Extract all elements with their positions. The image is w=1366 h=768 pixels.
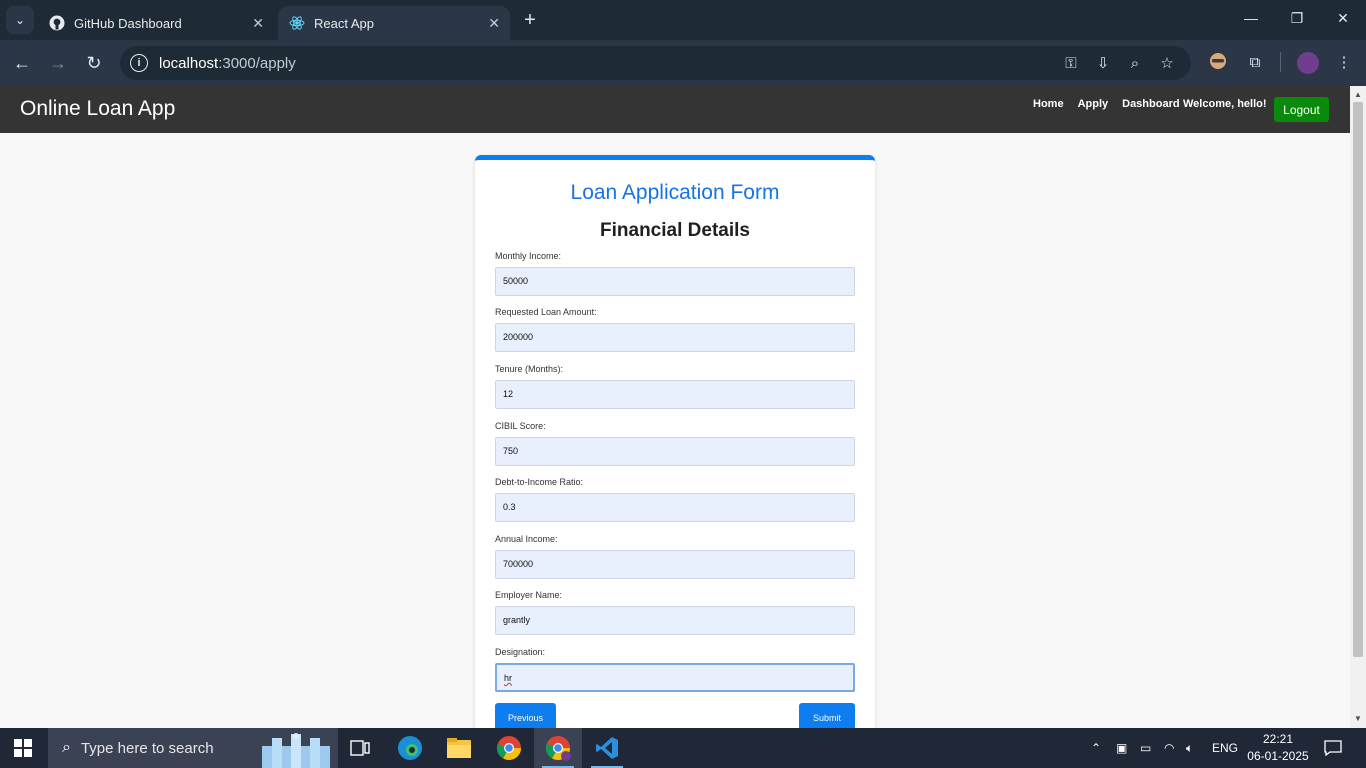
tenure-field: Tenure (Months): 12 (495, 364, 855, 409)
scroll-thumb[interactable] (1353, 102, 1363, 657)
dti-ratio-input[interactable]: 0.3 (495, 493, 855, 522)
show-hidden-icons-icon[interactable]: ⌃ (1091, 728, 1101, 768)
language-indicator[interactable]: ENG (1212, 728, 1238, 768)
nav-apply-link[interactable]: Apply (1078, 98, 1109, 110)
tab-react-app[interactable]: React App ✕ (278, 6, 510, 40)
vscode-icon[interactable] (583, 728, 631, 768)
wifi-icon[interactable]: ◠ (1164, 728, 1174, 768)
windows-start-icon[interactable] (14, 739, 32, 757)
extension-avatar-icon[interactable] (1207, 52, 1229, 74)
battery-icon[interactable]: ▭ (1140, 728, 1151, 768)
search-placeholder: Type here to search (80, 739, 214, 757)
chrome-profile-icon[interactable] (534, 728, 582, 768)
field-label: Designation: (495, 647, 546, 657)
loan-amount-field: Requested Loan Amount: 200000 (495, 307, 855, 352)
page-scrollbar[interactable]: ▲ ▼ (1350, 86, 1366, 728)
url-text[interactable]: localhost:3000/apply (159, 55, 296, 72)
github-icon (48, 14, 66, 32)
employer-name-input[interactable]: grantly (495, 606, 855, 635)
file-explorer-icon[interactable] (435, 728, 483, 768)
extensions-puzzle-icon[interactable]: ⧉ (1244, 52, 1266, 74)
annual-income-field: Annual Income: 700000 (495, 534, 855, 579)
section-title: Financial Details (600, 220, 750, 241)
logout-button[interactable]: Logout (1274, 97, 1329, 122)
designation-field: Designation: hr (495, 647, 855, 692)
restore-icon[interactable]: ❐ (1287, 10, 1307, 27)
close-tab-icon[interactable]: ✕ (488, 15, 500, 32)
browser-menu-icon[interactable]: ⋮ (1333, 52, 1355, 74)
back-icon[interactable]: ← (11, 52, 33, 74)
field-label: CIBIL Score: (495, 421, 546, 431)
task-view-icon[interactable] (336, 728, 384, 768)
submit-button[interactable]: Submit (799, 703, 855, 728)
close-window-icon[interactable]: ✕ (1333, 10, 1353, 27)
minimize-icon[interactable]: — (1241, 10, 1261, 26)
clock-date: 06-01-2025 (1247, 749, 1309, 763)
profile-avatar-icon[interactable] (1297, 52, 1319, 74)
field-label: Debt-to-Income Ratio: (495, 477, 584, 487)
designation-input[interactable]: hr (495, 663, 855, 692)
volume-icon[interactable]: 🔈︎ (1186, 728, 1193, 768)
site-info-icon[interactable]: i (130, 54, 148, 72)
annual-income-input[interactable]: 700000 (495, 550, 855, 579)
tab-github-dashboard[interactable]: GitHub Dashboard ✕ (38, 6, 274, 40)
nav-home-link[interactable]: Home (1033, 98, 1064, 110)
field-label: Tenure (Months): (495, 364, 564, 374)
field-label: Requested Loan Amount: (495, 307, 597, 317)
reload-icon[interactable]: ↻ (83, 52, 105, 74)
toolbar-divider (1280, 52, 1281, 72)
welcome-text: Welcome, hello! (1183, 98, 1267, 110)
monthly-income-field: Monthly Income: 50000 (495, 251, 855, 296)
form-title: Loan Application Form (570, 181, 780, 204)
browser-tabstrip: ⌄ GitHub Dashboard ✕ React App ✕ + — ❐ ✕ (0, 0, 1366, 40)
tab-search-menu-icon[interactable]: ⌄ (6, 6, 34, 34)
address-bar[interactable]: i localhost:3000/apply ⚿ ⇩ ⌕ ☆ (120, 46, 1191, 80)
loan-amount-input[interactable]: 200000 (495, 323, 855, 352)
scroll-up-icon[interactable]: ▲ (1350, 88, 1366, 102)
tab-title: GitHub Dashboard (74, 15, 182, 31)
react-icon (288, 14, 306, 32)
notifications-icon[interactable] (1324, 728, 1342, 768)
tenure-input[interactable]: 12 (495, 380, 855, 409)
field-label: Annual Income: (495, 534, 558, 544)
bookmark-star-icon[interactable]: ☆ (1158, 55, 1176, 73)
meet-now-icon[interactable]: ▣ (1116, 728, 1127, 768)
loan-form-card: Loan Application Form Financial Details … (475, 155, 875, 728)
nav-links: Home Apply Dashboard (1033, 98, 1180, 110)
new-tab-button[interactable]: + (518, 8, 542, 32)
edge-browser-icon[interactable] (386, 728, 434, 768)
dti-ratio-field: Debt-to-Income Ratio: 0.3 (495, 477, 855, 522)
clock-time: 22:21 (1262, 732, 1294, 746)
install-app-icon[interactable]: ⇩ (1094, 55, 1112, 73)
scroll-down-icon[interactable]: ▼ (1350, 712, 1366, 726)
search-icon: ⌕ (62, 739, 71, 756)
taskbar-clock[interactable]: 22:21 06-01-2025 (1246, 731, 1310, 765)
cibil-score-field: CIBIL Score: 750 (495, 421, 855, 466)
chrome-icon[interactable] (485, 728, 533, 768)
tab-title: React App (314, 15, 374, 31)
cibil-score-input[interactable]: 750 (495, 437, 855, 466)
zoom-icon[interactable]: ⌕ (1126, 55, 1144, 73)
close-tab-icon[interactable]: ✕ (252, 15, 264, 32)
password-key-icon[interactable]: ⚿ (1062, 55, 1080, 73)
field-label: Employer Name: (495, 590, 563, 600)
page-viewport: Online Loan App Home Apply Dashboard Wel… (0, 86, 1350, 728)
browser-toolbar: ← → ↻ i localhost:3000/apply ⚿ ⇩ ⌕ ☆ ⧉ ⋮ (0, 40, 1366, 86)
forward-icon[interactable]: → (47, 52, 69, 74)
employer-name-field: Employer Name: grantly (495, 590, 855, 635)
windows-taskbar: ⌕ Type here to search ⌃ ▣ ▭ ◠ 🔈︎ ENG 22:… (0, 728, 1366, 768)
search-highlight-illustration-icon[interactable] (258, 732, 334, 768)
monthly-income-input[interactable]: 50000 (495, 267, 855, 296)
nav-dashboard-link[interactable]: Dashboard (1122, 98, 1179, 110)
app-brand[interactable]: Online Loan App (20, 97, 175, 121)
app-navbar: Online Loan App Home Apply Dashboard Wel… (0, 86, 1350, 133)
field-label: Monthly Income: (495, 251, 562, 261)
previous-button[interactable]: Previous (495, 703, 556, 728)
